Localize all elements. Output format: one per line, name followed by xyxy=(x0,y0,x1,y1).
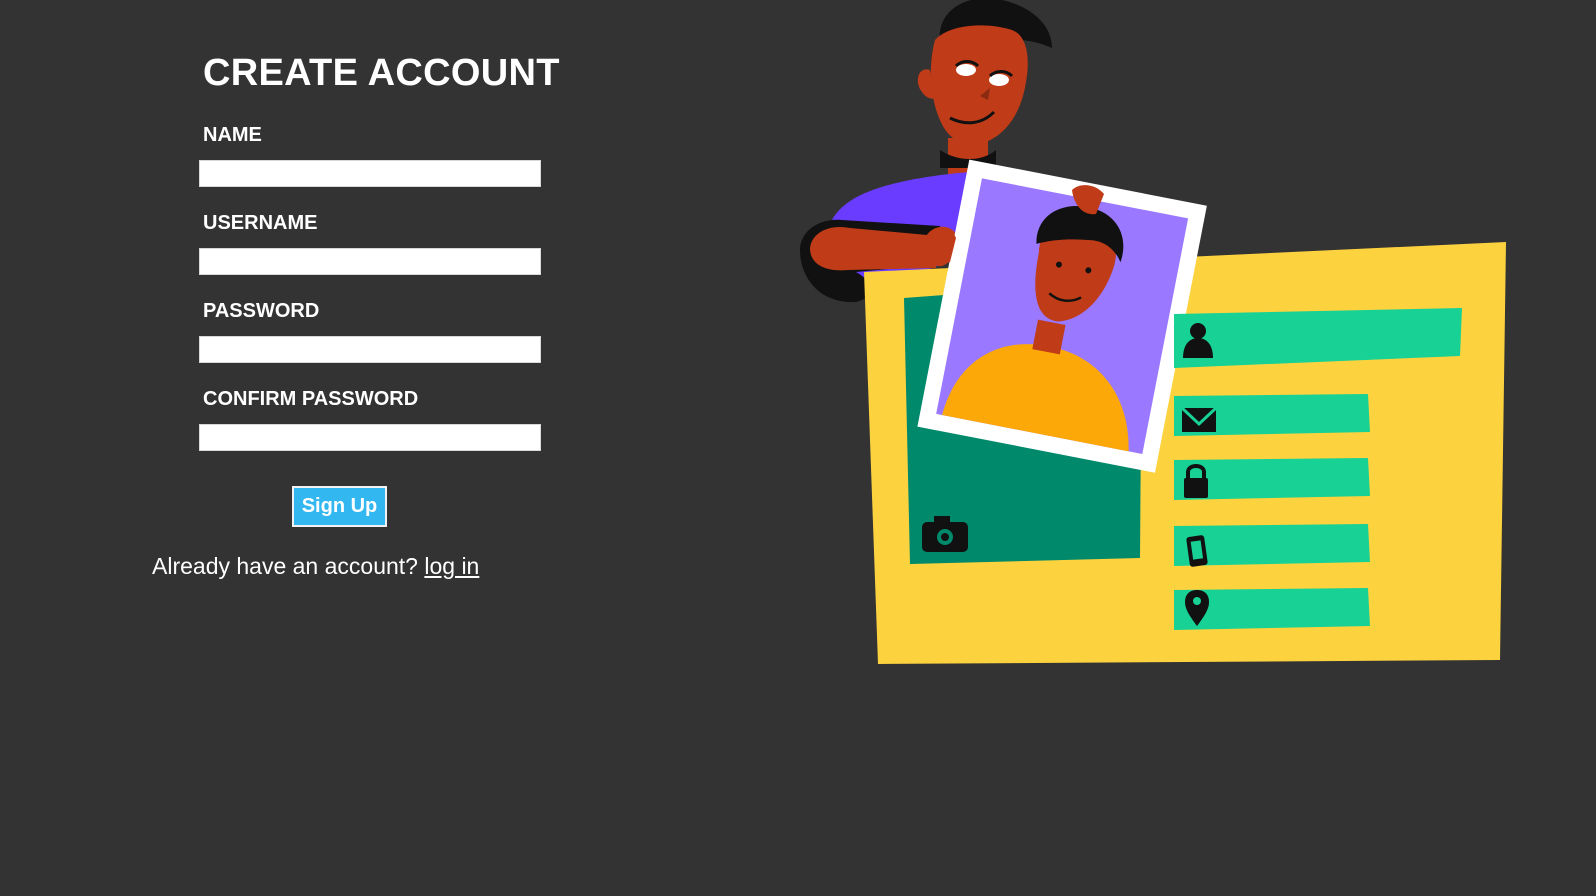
profile-card-illustration xyxy=(800,0,1506,664)
username-field[interactable] xyxy=(199,248,541,275)
password-label: PASSWORD xyxy=(203,300,320,322)
sign-up-button[interactable]: Sign Up xyxy=(292,486,387,527)
confirm-password-label: CONFIRM PASSWORD xyxy=(203,388,419,410)
page-title: CREATE ACCOUNT xyxy=(203,52,560,94)
login-prompt: Already have an account? log in xyxy=(152,553,479,580)
login-prompt-text: Already have an account? xyxy=(152,553,425,579)
password-field[interactable] xyxy=(199,336,541,363)
signup-form: CREATE ACCOUNT NAME USERNAME PASSWORD CO… xyxy=(0,0,760,896)
name-label: NAME xyxy=(203,124,262,146)
username-label: USERNAME xyxy=(203,212,318,234)
confirm-password-field[interactable] xyxy=(199,424,541,451)
name-field[interactable] xyxy=(199,160,541,187)
login-link[interactable]: log in xyxy=(424,553,479,579)
left-eye xyxy=(956,64,976,76)
polaroid-photo xyxy=(917,159,1207,473)
signup-page: CREATE ACCOUNT NAME USERNAME PASSWORD CO… xyxy=(0,0,1596,896)
mail-icon xyxy=(1180,406,1218,432)
